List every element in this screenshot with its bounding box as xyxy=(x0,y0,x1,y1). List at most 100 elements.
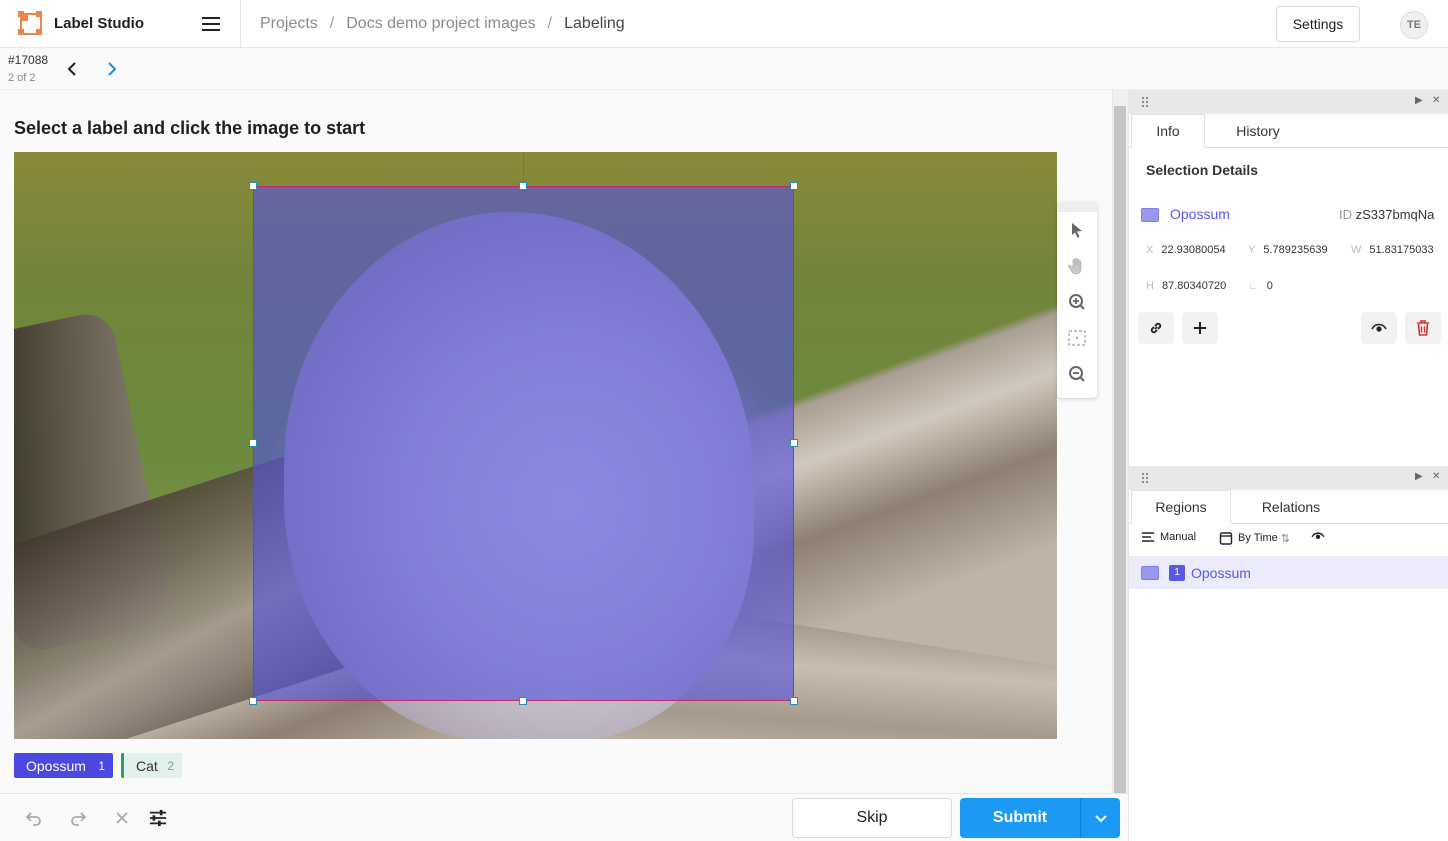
label-hotkey: 2 xyxy=(167,758,174,773)
breadcrumb: Projects / Docs demo project images / La… xyxy=(241,15,625,33)
w-value: 51.83175033 xyxy=(1369,244,1434,256)
expand-panel-icon[interactable]: ✕ xyxy=(1432,95,1440,106)
toggle-all-visibility-icon[interactable] xyxy=(1311,531,1325,541)
h-value: 87.80340720 xyxy=(1161,280,1227,292)
collapse-panel-icon[interactable]: ▶ xyxy=(1415,95,1423,106)
x-key: X xyxy=(1146,244,1154,256)
zoom-to-fit-icon[interactable] xyxy=(1057,320,1097,356)
info-panel-header[interactable]: ▶ ✕ xyxy=(1129,90,1448,114)
resize-handle[interactable] xyxy=(249,439,257,447)
task-position: 2 of 2 xyxy=(8,72,36,84)
expand-panel-icon[interactable]: ✕ xyxy=(1432,471,1440,482)
chevron-down-icon[interactable] xyxy=(1080,798,1120,838)
task-navigation-bar: #17088 2 of 2 xyxy=(0,48,1448,90)
label-name: Cat xyxy=(136,757,158,774)
drag-handle-icon[interactable] xyxy=(1141,96,1149,108)
settings-sliders-icon[interactable] xyxy=(149,809,167,827)
list-icon xyxy=(1142,532,1154,542)
bounding-box-region[interactable] xyxy=(253,186,794,701)
avatar[interactable]: TE xyxy=(1400,11,1428,39)
label-hotkey: 1 xyxy=(98,758,105,773)
rectangle-region-icon xyxy=(1141,208,1159,222)
scrollbar-thumb[interactable] xyxy=(1114,106,1126,793)
resize-handle[interactable] xyxy=(519,182,527,190)
selected-region-label: Opossum xyxy=(1170,206,1230,222)
breadcrumb-separator: / xyxy=(547,14,553,32)
drag-handle-icon[interactable] xyxy=(1141,472,1149,484)
instruction-text: Select a label and click the image to st… xyxy=(14,118,366,138)
brand[interactable]: Label Studio xyxy=(0,0,241,48)
undo-icon[interactable] xyxy=(25,809,43,827)
selection-details-title: Selection Details xyxy=(1146,162,1259,178)
previous-task-icon[interactable] xyxy=(64,60,82,78)
right-sidebar: ▶ ✕ Info History Selection Details Oposs… xyxy=(1128,90,1448,841)
link-icon[interactable] xyxy=(1138,312,1174,344)
next-task-icon[interactable] xyxy=(103,60,121,78)
breadcrumb-projects[interactable]: Projects xyxy=(260,15,318,33)
redo-icon[interactable] xyxy=(69,809,87,827)
select-tool-icon[interactable] xyxy=(1057,212,1097,248)
settings-button[interactable]: Settings xyxy=(1276,6,1360,42)
sort-direction-icon: ⇅ xyxy=(1280,532,1290,545)
bottom-action-bar: Skip Submit xyxy=(0,793,1128,841)
y-coordinate[interactable]: Y 5.789235639 xyxy=(1248,244,1336,256)
toolbar-grip[interactable] xyxy=(1057,202,1097,212)
resize-handle[interactable] xyxy=(790,697,798,705)
delete-icon[interactable] xyxy=(1405,312,1441,344)
x-coordinate[interactable]: X 22.93080054 xyxy=(1146,244,1234,256)
tab-history[interactable]: History xyxy=(1205,114,1311,148)
rectangle-region-icon xyxy=(1141,565,1159,580)
visibility-icon[interactable] xyxy=(1361,312,1397,344)
region-id: ID zS337bmqNa xyxy=(1339,207,1434,222)
info-tabs: Info History xyxy=(1129,114,1448,148)
resize-handle[interactable] xyxy=(790,439,798,447)
region-index: 1 xyxy=(1169,564,1185,581)
tab-info[interactable]: Info xyxy=(1131,114,1205,148)
resize-handle[interactable] xyxy=(249,697,257,705)
resize-handle[interactable] xyxy=(790,182,798,190)
label-cat[interactable]: Cat 2 xyxy=(121,753,182,778)
rotation-handle-line xyxy=(523,152,524,186)
submit-button[interactable]: Submit xyxy=(960,798,1080,838)
skip-button[interactable]: Skip xyxy=(792,798,952,838)
region-label: Opossum xyxy=(1191,564,1251,581)
image-toolbar xyxy=(1057,202,1097,398)
tab-regions[interactable]: Regions xyxy=(1131,490,1231,524)
region-id-value: zS337bmqNa xyxy=(1355,207,1435,222)
breadcrumb-current: Labeling xyxy=(564,14,625,32)
w-key: W xyxy=(1351,244,1362,256)
sort-label: By Time xyxy=(1238,532,1278,544)
x-value: 22.93080054 xyxy=(1161,244,1226,256)
angle-icon: ∟ xyxy=(1248,280,1259,292)
width-value[interactable]: W 51.83175033 xyxy=(1351,244,1439,256)
resize-handle[interactable] xyxy=(249,182,257,190)
zoom-in-icon[interactable] xyxy=(1057,284,1097,320)
h-key: H xyxy=(1146,280,1154,292)
tab-relations[interactable]: Relations xyxy=(1231,490,1351,524)
region-id-key: ID xyxy=(1339,207,1352,222)
y-value: 5.789235639 xyxy=(1263,244,1328,256)
sort-by-time-control[interactable]: By Time ⇅ xyxy=(1219,531,1290,545)
label-studio-logo-icon xyxy=(18,10,42,35)
region-list-item[interactable]: 1 Opossum xyxy=(1129,556,1448,589)
add-icon[interactable] xyxy=(1182,312,1218,344)
order-label: Manual xyxy=(1160,531,1197,543)
regions-panel-header[interactable]: ▶ ✕ xyxy=(1129,466,1448,490)
breadcrumb-separator: / xyxy=(329,14,335,32)
menu-icon[interactable] xyxy=(202,16,220,31)
resize-handle[interactable] xyxy=(519,697,527,705)
rotation-value[interactable]: ∟ 0 xyxy=(1248,280,1308,292)
order-manual-control[interactable]: Manual xyxy=(1141,531,1196,543)
top-header: Label Studio Projects / Docs demo projec… xyxy=(0,0,1448,48)
label-name: Opossum xyxy=(26,757,86,774)
task-id: #17088 xyxy=(8,53,49,67)
breadcrumb-project[interactable]: Docs demo project images xyxy=(346,15,535,33)
app-name: Label Studio xyxy=(54,15,144,32)
collapse-panel-icon[interactable]: ▶ xyxy=(1415,471,1423,482)
pan-tool-icon[interactable] xyxy=(1057,248,1097,284)
zoom-out-icon[interactable] xyxy=(1057,356,1097,392)
reset-icon[interactable] xyxy=(113,809,131,827)
height-value[interactable]: H 87.80340720 xyxy=(1146,280,1234,292)
rotation-number: 0 xyxy=(1266,280,1273,292)
label-opossum[interactable]: Opossum 1 xyxy=(14,753,113,778)
